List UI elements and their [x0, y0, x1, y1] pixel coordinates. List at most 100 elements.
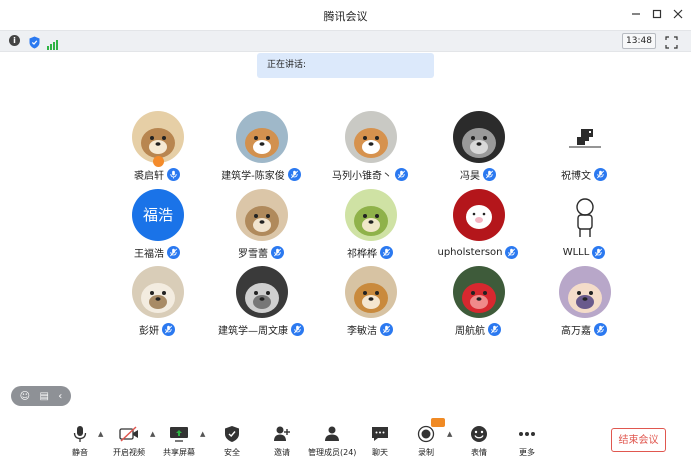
- participant-tile[interactable]: 马列小锥奇丶: [310, 111, 430, 183]
- participant-avatar[interactable]: [132, 266, 184, 318]
- participant-tile[interactable]: 高万嘉: [524, 266, 644, 338]
- participant-name-row: 李敏洁: [310, 322, 430, 337]
- mic-options-caret[interactable]: ▲: [98, 430, 103, 438]
- fullscreen-icon[interactable]: [665, 34, 678, 49]
- video-options-caret[interactable]: ▲: [150, 430, 155, 438]
- microphone-muted-icon: [380, 245, 393, 259]
- chat-icon: [370, 424, 390, 444]
- participant-tile[interactable]: 裘启轩: [97, 111, 217, 183]
- microphone-muted-icon: [488, 322, 501, 336]
- participant-name: 建筑学-陈家俊: [221, 170, 285, 182]
- participant-avatar[interactable]: [559, 266, 611, 318]
- microphone-muted-icon: [594, 322, 607, 336]
- participant-name-row: 冯昊: [418, 167, 538, 182]
- end-meeting-button[interactable]: 结束会议: [611, 428, 666, 452]
- shield-icon[interactable]: [29, 34, 40, 49]
- participant-avatar[interactable]: [453, 189, 505, 241]
- more-label: 更多: [519, 448, 535, 457]
- add-user-icon: [272, 424, 292, 444]
- participant-name: WLLL: [562, 246, 590, 258]
- record-options-caret[interactable]: ▲: [447, 430, 452, 438]
- participant-name: 建筑学—周文康: [218, 325, 288, 337]
- manage-members-button[interactable]: 管理成员(24): [308, 424, 356, 460]
- participant-name-row: 裘启轩: [97, 167, 217, 182]
- chat-button[interactable]: 聊天: [370, 424, 390, 460]
- participant-name: 李敏洁: [347, 325, 377, 337]
- participant-avatar[interactable]: [345, 111, 397, 163]
- participant-avatar[interactable]: [345, 266, 397, 318]
- participant-tile[interactable]: 建筑学-陈家俊: [201, 111, 321, 183]
- participant-name: 裘启轩: [134, 170, 164, 182]
- participant-tile[interactable]: 冯昊: [418, 111, 538, 183]
- microphone-muted-icon: [395, 167, 408, 181]
- microphone-muted-icon: [291, 322, 304, 336]
- participant-tile[interactable]: 祝博文: [524, 111, 644, 183]
- close-icon[interactable]: [671, 7, 685, 21]
- participant-name: 罗雪蕾: [238, 248, 268, 260]
- chat-label: 聊天: [372, 448, 388, 457]
- security-button[interactable]: 安全: [222, 424, 242, 460]
- title-bar: 腾讯会议: [0, 0, 691, 30]
- participant-name: 冯昊: [460, 170, 480, 182]
- participant-tile[interactable]: 建筑学—周文康: [201, 266, 321, 338]
- mute-button[interactable]: 静音: [70, 424, 90, 460]
- start-video-label: 开启视频: [113, 448, 145, 457]
- participant-avatar[interactable]: 福浩: [132, 189, 184, 241]
- participant-avatar[interactable]: [236, 111, 288, 163]
- floating-reaction-bar[interactable]: ☺ ▤ ‹: [11, 386, 71, 406]
- emoji-label: 表情: [471, 448, 487, 457]
- security-label: 安全: [224, 448, 240, 457]
- emoji-button[interactable]: 表情: [469, 424, 489, 460]
- participant-avatar[interactable]: [345, 189, 397, 241]
- start-video-button[interactable]: 开启视频: [113, 424, 145, 460]
- participant-avatar[interactable]: [559, 189, 611, 241]
- share-options-caret[interactable]: ▲: [200, 430, 205, 438]
- participant-tile[interactable]: 周航航: [418, 266, 538, 338]
- smile-icon[interactable]: ☺: [20, 391, 30, 402]
- participant-avatar[interactable]: [559, 111, 611, 163]
- invite-button[interactable]: 邀请: [272, 424, 292, 460]
- participant-avatar[interactable]: [453, 111, 505, 163]
- participant-tile[interactable]: 祁桦桦: [310, 189, 430, 261]
- smile-icon: [469, 424, 489, 444]
- participant-name-row: 祁桦桦: [310, 245, 430, 260]
- signal-icon[interactable]: [47, 35, 59, 50]
- share-screen-button[interactable]: 共享屏幕: [163, 424, 195, 460]
- record-label: 录制: [418, 448, 434, 457]
- info-icon[interactable]: i: [9, 35, 20, 46]
- microphone-muted-icon: [167, 245, 180, 259]
- record-button[interactable]: 录制: [416, 424, 436, 460]
- microphone-muted-icon: [287, 167, 301, 181]
- host-badge-icon: [153, 156, 164, 167]
- record-icon: [416, 424, 436, 444]
- speaking-indicator: 正在讲话:: [257, 53, 434, 78]
- participant-avatar[interactable]: [453, 266, 505, 318]
- minimize-icon[interactable]: [629, 7, 643, 21]
- participant-name: 王福浩: [134, 248, 164, 260]
- maximize-icon[interactable]: [650, 7, 664, 21]
- participant-name-row: 罗雪蕾: [201, 245, 321, 260]
- participant-tile[interactable]: upholsterson: [418, 189, 538, 261]
- chat-bubble-icon[interactable]: ▤: [39, 391, 48, 402]
- participant-avatar[interactable]: [236, 189, 288, 241]
- record-new-badge: [431, 418, 445, 427]
- participant-avatar[interactable]: [236, 266, 288, 318]
- video-off-icon: [119, 424, 139, 444]
- participant-tile[interactable]: 福浩 王福浩: [97, 189, 217, 261]
- manage-members-label: 管理成员(24): [308, 448, 357, 457]
- microphone-muted-icon: [592, 245, 606, 259]
- participant-tile[interactable]: 彭妍: [97, 266, 217, 338]
- microphone-muted-icon: [162, 322, 175, 336]
- microphone-muted-icon: [594, 167, 607, 181]
- participant-tile[interactable]: WLLL: [524, 189, 644, 261]
- participant-tile[interactable]: 李敏洁: [310, 266, 430, 338]
- invite-label: 邀请: [274, 448, 290, 457]
- microphone-muted-icon: [505, 245, 519, 259]
- microphone-muted-icon: [483, 167, 496, 181]
- collapse-icon[interactable]: ‹: [58, 391, 62, 402]
- participant-tile[interactable]: 罗雪蕾: [201, 189, 321, 261]
- microphone-muted-icon: [271, 245, 284, 259]
- participant-name: 彭妍: [139, 325, 159, 337]
- more-button[interactable]: 更多: [517, 424, 537, 460]
- meeting-clock: 13:48: [622, 33, 656, 49]
